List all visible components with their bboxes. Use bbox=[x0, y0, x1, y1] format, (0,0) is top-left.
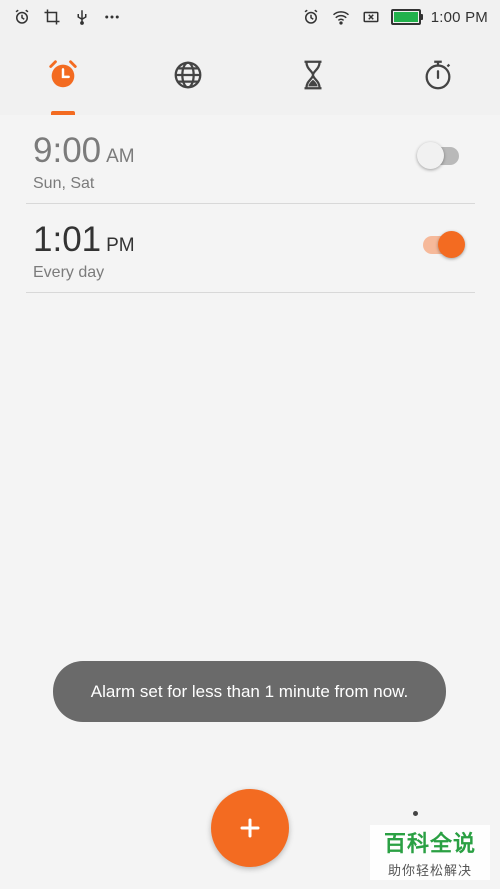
alarm-repeat-days: Every day bbox=[33, 264, 105, 281]
hourglass-icon bbox=[304, 60, 321, 89]
toast-message: Alarm set for less than 1 minute from no… bbox=[53, 661, 446, 722]
alarm-toggle-on[interactable] bbox=[423, 231, 465, 258]
tab-bar bbox=[0, 34, 500, 115]
watermark-title: 百科全说 bbox=[383, 831, 476, 856]
alarm-time[interactable]: 9:00 AM bbox=[33, 131, 135, 171]
overflow-menu-dot[interactable] bbox=[413, 811, 418, 816]
globe-icon bbox=[174, 61, 201, 88]
toggle-thumb bbox=[417, 142, 444, 169]
tab-world-clock[interactable] bbox=[125, 34, 250, 115]
status-time: 1:00 PM bbox=[430, 8, 488, 26]
stopwatch-icon bbox=[425, 60, 450, 89]
watermark-subtitle: 助你轻松解决 bbox=[387, 863, 472, 878]
alarm-row-1[interactable]: 9:00 AM Sun, Sat bbox=[26, 115, 475, 204]
no-sim-icon bbox=[361, 7, 381, 27]
alarm-time-value: 9:00 bbox=[33, 131, 102, 170]
wifi-icon bbox=[331, 7, 351, 27]
crop-icon bbox=[42, 7, 62, 27]
alarm-row-2[interactable]: 1:01 PM Every day bbox=[26, 204, 475, 293]
more-dots-icon bbox=[102, 7, 122, 27]
tab-alarm[interactable] bbox=[0, 34, 125, 115]
alarm-repeat-days: Sun, Sat bbox=[33, 175, 95, 192]
battery-charging-icon bbox=[390, 9, 423, 25]
alarm-clock-icon bbox=[12, 7, 32, 27]
toggle-thumb bbox=[438, 231, 465, 258]
status-right-icons: 1:00 PM bbox=[301, 7, 488, 27]
tab-timer[interactable] bbox=[250, 34, 375, 115]
status-bar: 1:00 PM bbox=[0, 0, 500, 34]
alarm-list: 9:00 AM Sun, Sat 1:01 PM Every day bbox=[26, 115, 475, 293]
usb-icon bbox=[72, 7, 92, 27]
status-left-icons bbox=[12, 7, 122, 27]
tab-stopwatch[interactable] bbox=[375, 34, 500, 115]
alarm-time[interactable]: 1:01 PM bbox=[33, 220, 135, 260]
alarm-clock-icon bbox=[48, 59, 77, 87]
alarm-toggle-off[interactable] bbox=[417, 142, 459, 169]
add-alarm-button[interactable] bbox=[211, 789, 289, 867]
alarm-clock-icon bbox=[301, 7, 321, 27]
watermark: 百科全说 助你轻松解决 bbox=[370, 825, 490, 880]
alarm-ampm: PM bbox=[106, 235, 135, 256]
plus-icon bbox=[240, 818, 260, 838]
alarm-ampm: AM bbox=[106, 146, 135, 167]
alarm-time-value: 1:01 bbox=[33, 220, 102, 259]
